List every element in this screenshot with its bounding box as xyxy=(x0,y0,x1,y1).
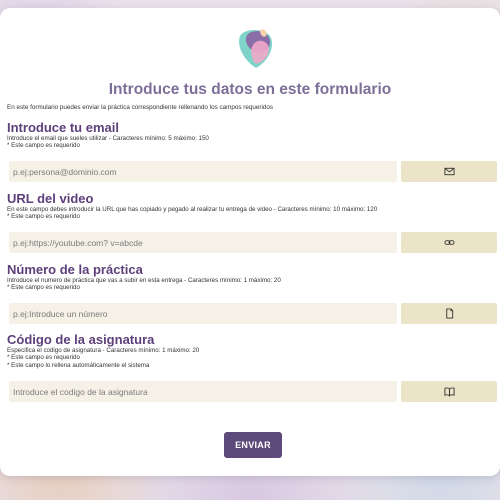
email-icon-button[interactable] xyxy=(401,161,497,182)
url-title: URL del video xyxy=(7,191,94,206)
course-code-field[interactable] xyxy=(9,381,397,402)
practice-number-icon-button[interactable] xyxy=(401,303,497,324)
submit-button[interactable]: ENVIAR xyxy=(224,432,282,458)
url-section: URL del video En este campo debes introd… xyxy=(7,191,497,253)
email-input-row xyxy=(9,161,497,182)
course-code-section: Código de la asignatura Especifica el co… xyxy=(7,332,497,402)
practice-number-desc: Introduce el numero de práctica que vas … xyxy=(7,277,281,284)
email-desc: Introduce el email que sueles utilizar -… xyxy=(7,135,209,142)
book-icon xyxy=(443,387,455,397)
email-field[interactable] xyxy=(9,161,397,182)
url-required-note: * Este campo es requerido xyxy=(7,213,80,221)
practice-number-input-row xyxy=(9,303,497,324)
practice-number-title: Número de la práctica xyxy=(7,262,143,277)
practice-number-required-note: * Este campo es requerido xyxy=(7,284,80,292)
link-icon xyxy=(443,240,455,245)
course-code-desc: Especifica el codigo de asignatura - Car… xyxy=(7,347,200,354)
practice-number-section: Número de la práctica Introduce el numer… xyxy=(7,262,497,324)
course-code-required-note: * Este campo es requerido xyxy=(7,354,80,362)
form-intro: En este formulario puedes enviar la prác… xyxy=(7,104,274,111)
url-input-row xyxy=(9,232,497,253)
page-title: Introduce tus datos en este formulario xyxy=(108,81,392,98)
course-code-input-row xyxy=(9,381,497,402)
email-title: Introduce tu email xyxy=(7,120,119,135)
envelope-icon xyxy=(443,167,455,176)
course-code-title: Código de la asignatura xyxy=(7,332,155,347)
app-logo xyxy=(239,29,273,68)
course-code-icon-button[interactable] xyxy=(401,381,497,402)
url-desc: En este campo debes introducir la URL qu… xyxy=(7,206,378,213)
document-icon xyxy=(445,308,453,319)
url-field[interactable] xyxy=(9,232,397,253)
practice-number-field[interactable] xyxy=(9,303,397,324)
email-section: Introduce tu email Introduce el email qu… xyxy=(7,120,497,182)
form-card: Introduce tus datos en este formulario E… xyxy=(0,8,500,476)
url-icon-button[interactable] xyxy=(401,232,497,253)
email-required-note: * Este campo es requerido xyxy=(7,142,80,150)
course-code-auto-note: * Este campo lo rellena automáticamente … xyxy=(7,361,150,369)
